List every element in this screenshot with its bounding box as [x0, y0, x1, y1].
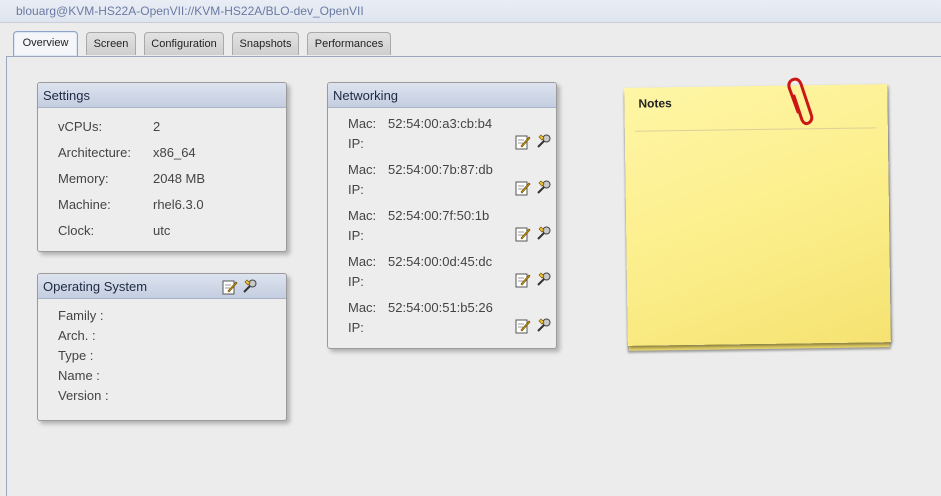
wrench-icon[interactable] [242, 277, 258, 293]
settings-value-clock: utc [153, 223, 171, 238]
settings-label-clock: Clock: [58, 223, 95, 238]
tab-screen[interactable]: Screen [86, 32, 136, 55]
settings-label-machine: Machine: [58, 197, 111, 212]
wrench-icon[interactable] [536, 225, 552, 241]
tab-snapshots[interactable]: Snapshots [232, 32, 299, 55]
settings-value-memory: 2048 MB [153, 171, 206, 186]
interface-mac-value: 52:54:00:7b:87:db [388, 162, 493, 177]
settings-label-vcpus: vCPUs: [58, 119, 103, 134]
os-label-version: Version : [58, 388, 109, 403]
notes-title: Notes [638, 96, 672, 111]
os-label-name: Name : [58, 368, 100, 383]
interface-ip-label: IP: [348, 182, 364, 197]
edit-icon[interactable] [515, 134, 531, 150]
interface-mac-value: 52:54:00:a3:cb:b4 [388, 116, 493, 131]
wrench-icon[interactable] [536, 133, 552, 149]
edit-icon[interactable] [515, 226, 531, 242]
operating-system-title: Operating System [43, 279, 148, 294]
tab-performances[interactable]: Performances [307, 32, 391, 55]
edit-icon[interactable] [222, 278, 238, 295]
interface-ip-label: IP: [348, 320, 364, 335]
settings-panel: Settings vCPUs: 2 Architecture: x86_64 M… [37, 82, 287, 252]
interface-mac-value: 52:54:00:7f:50:1b [388, 208, 490, 223]
os-label-type: Type : [58, 348, 94, 363]
settings-label-architecture: Architecture: [58, 145, 131, 160]
edit-icon[interactable] [515, 318, 531, 334]
interface-mac-label: Mac: [348, 162, 377, 177]
settings-value-architecture: x86_64 [153, 145, 196, 160]
interface-ip-label: IP: [348, 228, 364, 243]
window-title: blouarg@KVM-HS22A-OpenVII://KVM-HS22A/BL… [0, 0, 941, 23]
wrench-icon[interactable] [536, 271, 552, 287]
os-label-family: Family : [58, 308, 104, 323]
paperclip-icon [782, 76, 816, 126]
edit-icon[interactable] [515, 180, 531, 196]
interface-ip-label: IP: [348, 274, 364, 289]
os-label-arch: Arch. : [58, 328, 96, 343]
edit-icon[interactable] [515, 272, 531, 288]
interface-mac-label: Mac: [348, 254, 377, 269]
networking-panel: Networking Mac: 52:54:00:a3:cb:b4 IP: Mac: 5… [327, 82, 557, 349]
interface-mac-label: Mac: [348, 116, 377, 131]
interface-mac-value: 52:54:00:51:b5:26 [388, 300, 493, 315]
wrench-icon[interactable] [536, 317, 552, 333]
operating-system-panel: Operating System Family : Arch. : Type :… [37, 273, 287, 421]
interface-mac-label: Mac: [348, 300, 377, 315]
settings-value-vcpus: 2 [153, 119, 161, 134]
interface-ip-label: IP: [348, 136, 364, 151]
interface-mac-value: 52:54:00:0d:45:dc [388, 254, 493, 269]
networking-title: Networking [328, 83, 556, 108]
tab-overview[interactable]: Overview [13, 31, 78, 56]
tab-configuration[interactable]: Configuration [144, 32, 224, 55]
settings-title: Settings [38, 83, 286, 108]
operating-system-header: Operating System [38, 274, 286, 299]
interface-mac-label: Mac: [348, 208, 377, 223]
settings-value-machine: rhel6.3.0 [153, 197, 204, 212]
settings-label-memory: Memory: [58, 171, 109, 186]
notes-divider [634, 127, 876, 132]
notes-sticky[interactable]: Notes [624, 84, 891, 346]
wrench-icon[interactable] [536, 179, 552, 195]
